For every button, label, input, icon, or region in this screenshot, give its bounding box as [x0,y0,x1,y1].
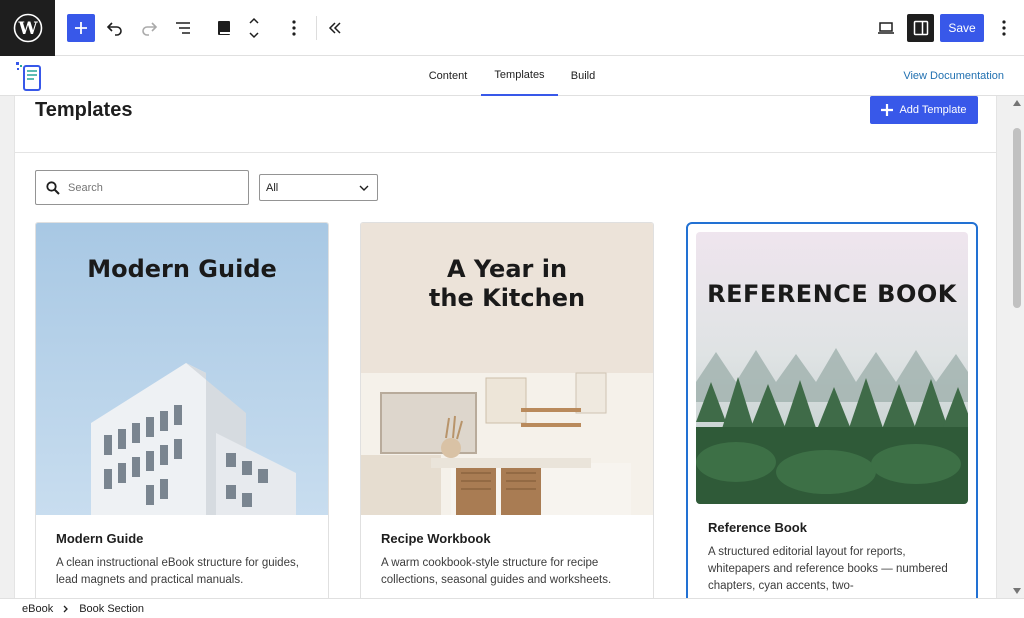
tab-content[interactable]: Content [420,56,476,96]
add-template-label: Add Template [899,104,967,116]
more-options-icon[interactable] [990,14,1018,42]
page-title: Templates [35,99,133,121]
template-name: Recipe Workbook [381,531,491,546]
wordpress-logo-icon[interactable]: W [0,0,55,56]
template-cover-recipe-workbook: A Year in the Kitchen [361,223,653,515]
toolbar-divider [316,16,317,40]
add-block-icon[interactable] [67,14,95,42]
save-button[interactable]: Save [940,14,984,42]
template-card-modern-guide[interactable]: Modern Guide Modern Guide A clean instru… [35,222,329,598]
scrollbar[interactable] [1010,96,1024,598]
add-template-button[interactable]: Add Template [870,96,978,124]
cover-title-line-2: the Kitchen [428,284,586,312]
template-card-recipe-workbook[interactable]: A Year in the Kitchen Recipe Workbook A … [360,222,654,598]
cover-title: A Year in the Kitchen [361,255,653,313]
chevron-right-icon [63,605,69,612]
header-divider [15,152,996,153]
template-name: Reference Book [708,520,807,535]
template-name: Modern Guide [56,531,144,546]
search-icon [46,180,60,195]
plugin-navigation: Content Templates Build View Documentati… [0,56,1024,96]
cover-title: REFERENCE BOOK [707,280,957,308]
view-documentation-link[interactable]: View Documentation [903,56,1004,96]
template-card-reference-book[interactable]: REFERENCE BOOK Reference Book A structur… [686,222,978,598]
tab-build[interactable]: Build [563,56,603,96]
block-breadcrumb: eBook Book Section [0,598,1024,618]
cover-title-line-1: A Year in [446,255,568,283]
scroll-thumb[interactable] [1013,128,1021,308]
template-description: A warm cookbook-style structure for reci… [381,557,612,586]
category-filter-select[interactable]: All [259,174,378,201]
template-cover-reference-book: REFERENCE BOOK [696,232,968,504]
settings-sidebar-icon[interactable] [907,14,934,42]
search-input[interactable]: Search [35,170,249,205]
search-placeholder: Search [68,181,103,194]
template-cover-modern-guide: Modern Guide [36,223,328,515]
cover-title: Modern Guide [87,255,277,283]
scroll-down-arrow-icon[interactable] [1013,588,1021,594]
book-icon[interactable] [210,14,238,42]
tab-templates[interactable]: Templates [481,56,558,96]
template-description: A clean instructional eBook structure fo… [56,557,299,586]
undo-icon[interactable] [101,14,129,42]
main-content: Templates Add Template Search All Modern… [0,96,1024,598]
template-description: A structured editorial layout for report… [708,546,948,592]
filter-selected-value: All [266,181,279,194]
breadcrumb-item-book-section[interactable]: Book Section [79,603,144,615]
desktop-preview-icon[interactable] [872,14,900,42]
move-up-down-icon[interactable] [241,14,267,42]
ebook-brand-icon [14,60,44,92]
svg-text:W: W [17,19,38,39]
options-icon[interactable] [280,14,308,42]
templates-panel: Templates Add Template Search All Modern… [14,96,997,598]
breadcrumb-item-ebook[interactable]: eBook [22,603,53,615]
scroll-up-arrow-icon[interactable] [1013,100,1021,106]
document-overview-icon[interactable] [169,14,197,42]
chevron-down-icon [359,185,369,191]
redo-icon[interactable] [135,14,163,42]
editor-toolbar: W Save [0,0,1024,56]
collapse-double-chevron-icon[interactable] [321,14,349,42]
plus-icon [881,104,894,116]
